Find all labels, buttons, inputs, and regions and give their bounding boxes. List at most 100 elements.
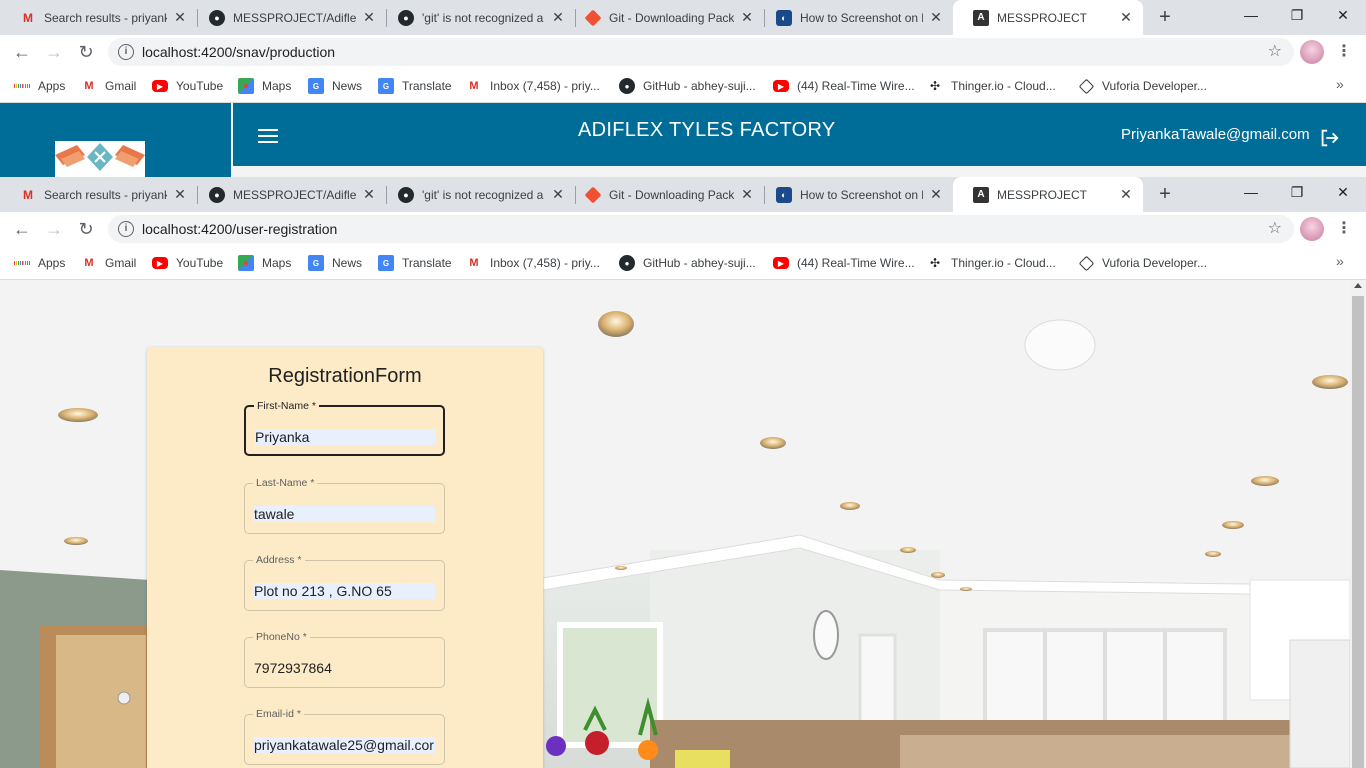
youtube-icon: ▶	[773, 80, 789, 92]
tab-search-results[interactable]: M Search results - priyank ✕	[0, 0, 197, 35]
last-name-input[interactable]: tawale	[254, 506, 435, 522]
close-window-button[interactable]: ✕	[1320, 0, 1366, 30]
bookmarks-more-icon[interactable]: »	[1336, 76, 1344, 92]
back-button[interactable]: ←	[9, 216, 35, 242]
news-icon: G	[308, 255, 324, 271]
bookmark-gmail[interactable]: M Gmail	[81, 253, 136, 273]
close-tab-icon[interactable]: ✕	[173, 186, 187, 203]
url-text[interactable]: localhost:4200/user-registration	[142, 221, 337, 237]
scrollbar-thumb[interactable]	[1352, 296, 1364, 768]
vertical-scrollbar[interactable]	[1350, 280, 1366, 768]
tab-git-not-recognized[interactable]: ● 'git' is not recognized a ✕	[378, 0, 575, 35]
bookmark-real-time-wire[interactable]: ▶ (44) Real-Time Wire...	[773, 253, 915, 273]
forward-button[interactable]: →	[41, 216, 67, 242]
hamburger-menu-icon[interactable]	[258, 129, 278, 145]
translate-icon: G	[378, 78, 394, 94]
bookmark-github[interactable]: ● GitHub - abhey-suji...	[619, 76, 756, 96]
bookmark-translate[interactable]: G Translate	[378, 253, 452, 273]
forward-button[interactable]: →	[41, 39, 67, 65]
menu-kebab-icon[interactable]: ⋮	[1331, 216, 1357, 242]
bookmark-apps[interactable]: Apps	[14, 76, 65, 96]
bookmark-translate[interactable]: G Translate	[378, 76, 452, 96]
profile-avatar[interactable]	[1300, 40, 1324, 64]
email-field[interactable]: Email-id * priyankatawale25@gmail.cor	[244, 708, 445, 765]
company-logo	[55, 141, 145, 177]
bookmark-thinger[interactable]: ✣ Thinger.io - Cloud...	[927, 253, 1056, 273]
bookmark-news[interactable]: G News	[308, 76, 362, 96]
tab-how-to-screenshot[interactable]: ◐ How to Screenshot on l ✕	[756, 0, 953, 35]
phone-input[interactable]: 7972937864	[254, 660, 435, 676]
close-tab-icon[interactable]: ✕	[362, 9, 376, 26]
close-tab-icon[interactable]: ✕	[740, 186, 754, 203]
youtube-icon: ▶	[773, 257, 789, 269]
tab-messproject[interactable]: A MESSPROJECT ✕	[953, 0, 1143, 35]
phone-field[interactable]: PhoneNo * 7972937864	[244, 631, 445, 688]
bookmark-vuforia[interactable]: Vuforia Developer...	[1078, 253, 1207, 273]
bookmark-news[interactable]: G News	[308, 253, 362, 273]
first-name-input[interactable]: Priyanka	[255, 429, 436, 445]
maximize-button[interactable]: ❐	[1274, 0, 1320, 30]
address-input[interactable]: Plot no 213 , G.NO 65	[254, 583, 435, 599]
reload-button[interactable]: ↻	[73, 39, 99, 65]
close-tab-icon[interactable]: ✕	[740, 9, 754, 26]
email-input[interactable]: priyankatawale25@gmail.cor	[254, 737, 435, 753]
address-bar[interactable]: i localhost:4200/snav/production ☆	[108, 38, 1294, 66]
apps-grid-icon	[14, 78, 31, 94]
registration-form-card: RegistrationForm First-Name * Priyanka L…	[147, 347, 543, 768]
tab-strip: M Search results - priyank ✕ ● MESSPROJE…	[0, 0, 1366, 35]
tab-messproject-github[interactable]: ● MESSPROJECT/Adiflex.r ✕	[189, 0, 386, 35]
logout-icon[interactable]	[1318, 127, 1340, 149]
close-tab-icon[interactable]: ✕	[551, 186, 565, 203]
bookmark-maps[interactable]: ● Maps	[238, 76, 291, 96]
bookmark-youtube[interactable]: ▶ YouTube	[152, 253, 223, 273]
close-tab-icon[interactable]: ✕	[1119, 186, 1133, 203]
bookmark-star-icon[interactable]: ☆	[1268, 41, 1282, 61]
address-bar[interactable]: i localhost:4200/user-registration ☆	[108, 215, 1294, 243]
profile-avatar[interactable]	[1300, 217, 1324, 241]
bookmark-star-icon[interactable]: ☆	[1268, 218, 1282, 238]
bookmark-gmail[interactable]: M Gmail	[81, 76, 136, 96]
tab-how-to-screenshot[interactable]: ◐ How to Screenshot on l ✕	[756, 177, 953, 212]
close-tab-icon[interactable]: ✕	[1119, 9, 1133, 26]
email-label: Email-id *	[253, 708, 304, 720]
bookmark-inbox[interactable]: M Inbox (7,458) - priy...	[466, 253, 599, 273]
tab-git-downloading[interactable]: Git - Downloading Pack ✕	[567, 177, 764, 212]
minimize-button[interactable]: —	[1228, 177, 1274, 207]
first-name-label: First-Name *	[254, 400, 319, 412]
bookmark-vuforia[interactable]: Vuforia Developer...	[1078, 76, 1207, 96]
close-tab-icon[interactable]: ✕	[173, 9, 187, 26]
bookmarks-more-icon[interactable]: »	[1336, 253, 1344, 269]
bookmark-thinger[interactable]: ✣ Thinger.io - Cloud...	[927, 76, 1056, 96]
scroll-up-arrow-icon[interactable]	[1354, 283, 1362, 288]
tab-messproject-github[interactable]: ● MESSPROJECT/Adiflex.r ✕	[189, 177, 386, 212]
new-tab-button[interactable]: +	[1152, 4, 1178, 30]
new-tab-button[interactable]: +	[1152, 181, 1178, 207]
tab-search-results[interactable]: M Search results - priyank ✕	[0, 177, 197, 212]
reload-button[interactable]: ↻	[73, 216, 99, 242]
tab-messproject[interactable]: A MESSPROJECT ✕	[953, 177, 1143, 212]
tab-git-not-recognized[interactable]: ● 'git' is not recognized a ✕	[378, 177, 575, 212]
close-window-button[interactable]: ✕	[1320, 177, 1366, 207]
first-name-field[interactable]: First-Name * Priyanka	[244, 400, 445, 456]
thinger-icon: ✣	[929, 256, 941, 270]
info-icon[interactable]: i	[118, 221, 134, 237]
info-icon[interactable]: i	[118, 44, 134, 60]
bookmark-maps[interactable]: ● Maps	[238, 253, 291, 273]
last-name-field[interactable]: Last-Name * tawale	[244, 477, 445, 534]
tab-git-downloading[interactable]: Git - Downloading Pack ✕	[567, 0, 764, 35]
close-tab-icon[interactable]: ✕	[929, 9, 943, 26]
close-tab-icon[interactable]: ✕	[929, 186, 943, 203]
bookmark-youtube[interactable]: ▶ YouTube	[152, 76, 223, 96]
address-field[interactable]: Address * Plot no 213 , G.NO 65	[244, 554, 445, 611]
bookmark-github[interactable]: ● GitHub - abhey-suji...	[619, 253, 756, 273]
bookmark-apps[interactable]: Apps	[14, 253, 65, 273]
back-button[interactable]: ←	[9, 39, 35, 65]
minimize-button[interactable]: —	[1228, 0, 1274, 30]
close-tab-icon[interactable]: ✕	[551, 9, 565, 26]
bookmark-real-time-wire[interactable]: ▶ (44) Real-Time Wire...	[773, 76, 915, 96]
bookmark-inbox[interactable]: M Inbox (7,458) - priy...	[466, 76, 599, 96]
maximize-button[interactable]: ❐	[1274, 177, 1320, 207]
menu-kebab-icon[interactable]: ⋮	[1331, 39, 1357, 65]
url-text[interactable]: localhost:4200/snav/production	[142, 44, 335, 60]
close-tab-icon[interactable]: ✕	[362, 186, 376, 203]
